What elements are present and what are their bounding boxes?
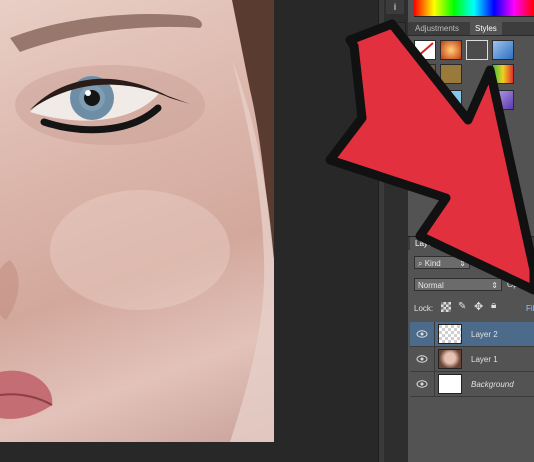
- lock-paint-brush-icon[interactable]: ✎: [458, 301, 466, 312]
- color-spectrum-ramp[interactable]: [414, 0, 534, 17]
- layer-name[interactable]: Background: [471, 380, 514, 389]
- nose: [0, 260, 19, 320]
- filter-adjustment-icon[interactable]: ◐: [496, 256, 510, 269]
- visibility-eye-icon[interactable]: [416, 354, 428, 364]
- style-swatch-orange[interactable]: [440, 40, 462, 60]
- layer-thumbnail-transparent: [438, 324, 462, 344]
- layer-name[interactable]: Layer 2: [471, 330, 498, 339]
- lock-label: Lock:: [414, 304, 434, 313]
- layer-name[interactable]: Layer 1: [471, 355, 498, 364]
- blend-mode-select[interactable]: Normal ⇕: [414, 278, 502, 291]
- styles-swatch-grid: [412, 38, 534, 122]
- eyebrow: [10, 14, 202, 52]
- styles-panel-body: [408, 122, 534, 232]
- style-swatch-dark[interactable]: [414, 90, 436, 110]
- kind-filter-select[interactable]: ⌕ Kind ⇕: [414, 256, 470, 269]
- style-swatch-multicolor[interactable]: [492, 64, 514, 84]
- lock-all-icon[interactable]: 🔒︎: [491, 300, 496, 311]
- tab-adjustments[interactable]: Adjustments: [410, 22, 464, 35]
- tab-styles[interactable]: Styles: [470, 22, 502, 35]
- filter-pixel-icon[interactable]: ▣: [478, 256, 492, 269]
- face-illustration: [0, 0, 274, 442]
- style-swatch-none[interactable]: [414, 40, 436, 60]
- style-swatch-selected[interactable]: [466, 40, 488, 60]
- tab-channels[interactable]: Chan: [446, 237, 475, 250]
- layer-row-layer-1[interactable]: Layer 1: [410, 347, 534, 372]
- layer-thumbnail-white: [438, 374, 462, 394]
- search-icon: ⌕: [418, 259, 423, 268]
- lock-position-icon[interactable]: ✥: [474, 300, 483, 313]
- info-icon[interactable]: i: [386, 0, 404, 14]
- collapsed-panel-strip: [384, 0, 408, 462]
- tab-layers[interactable]: Layers: [410, 237, 445, 250]
- layer-row-layer-2[interactable]: Layer 2: [410, 322, 534, 347]
- style-swatch-brown[interactable]: [414, 64, 436, 84]
- visibility-eye-icon[interactable]: [416, 329, 428, 339]
- style-swatch-sky[interactable]: [440, 90, 462, 110]
- fill-label: Fil: [526, 304, 534, 313]
- layer-thumbnail-face: [438, 349, 462, 369]
- opacity-label: Opacity: [507, 280, 534, 289]
- style-swatch-blue[interactable]: [492, 40, 514, 60]
- style-swatch-purple[interactable]: [492, 90, 514, 110]
- visibility-eye-icon[interactable]: [416, 379, 428, 389]
- style-swatch-gold[interactable]: [440, 64, 462, 84]
- chevron-updown-icon: ⇕: [459, 259, 466, 268]
- kind-filter-label: Kind: [424, 259, 441, 268]
- chevron-updown-icon: ⇕: [491, 281, 498, 290]
- layer-row-background[interactable]: Background: [410, 372, 534, 397]
- face-photo[interactable]: [0, 0, 274, 442]
- lock-transparent-icon[interactable]: [441, 302, 451, 312]
- blend-mode-value: Normal: [418, 281, 444, 290]
- panel-toggle-icon[interactable]: [386, 22, 406, 36]
